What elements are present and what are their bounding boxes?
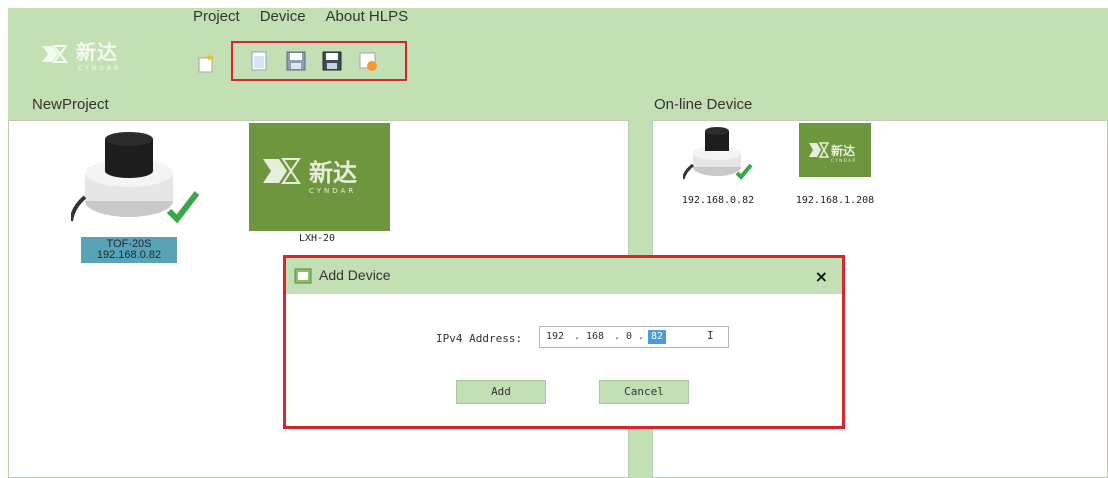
- add-device-dialog: Add Device × IPv4 Address: 192 . 168 . 0…: [283, 255, 845, 429]
- svg-text:CYNDAR: CYNDAR: [831, 158, 857, 163]
- ip-octet[interactable]: 168: [586, 330, 604, 344]
- save-as-icon[interactable]: [321, 50, 343, 72]
- cyndar-logo-icon: 新达 CYNDAR: [809, 142, 857, 163]
- ip-dot: .: [638, 331, 645, 342]
- app-icon: [294, 268, 312, 284]
- project-device-lxh20-name: LXH-20: [298, 233, 336, 244]
- ip-octet[interactable]: 192: [546, 330, 564, 344]
- project-panel-title: NewProject: [32, 96, 109, 113]
- dialog-titlebar: Add Device ×: [286, 258, 842, 294]
- menu-bar: Project Device About HLPS: [193, 8, 408, 28]
- text-cursor-icon: I: [707, 329, 714, 342]
- cancel-button[interactable]: Cancel: [599, 380, 689, 404]
- save-icon[interactable]: [285, 50, 307, 72]
- menu-about[interactable]: About HLPS: [326, 8, 409, 28]
- online-device-1[interactable]: 192.168.0.82: [673, 123, 763, 206]
- close-icon[interactable]: ×: [815, 268, 828, 286]
- cyndar-logo-icon: 新达 CYNDAR: [263, 158, 357, 195]
- lidar-device-icon: [69, 132, 200, 224]
- brand-name: 新达: [76, 40, 118, 64]
- file-toolbar: [231, 41, 407, 81]
- brand-sub: CYNDAR: [78, 65, 122, 72]
- ip-octet-selected[interactable]: 82: [648, 330, 667, 344]
- online-device-2-tile[interactable]: 新达 CYNDAR: [799, 123, 871, 177]
- project-device-tof20s[interactable]: TOF-20S 192.168.0.82: [69, 131, 201, 271]
- ip-dot: .: [574, 331, 581, 342]
- ipv4-address-input[interactable]: 192 . 168 . 0 . 82: [539, 326, 729, 348]
- menu-device[interactable]: Device: [260, 8, 306, 28]
- ip-dot: .: [614, 331, 621, 342]
- project-device-tile-lxh20[interactable]: 新达 CYNDAR: [249, 123, 390, 231]
- new-project-icon[interactable]: [194, 52, 218, 74]
- svg-text:CYNDAR: CYNDAR: [309, 187, 356, 195]
- online-panel-title: On-line Device: [654, 96, 753, 113]
- dialog-title: Add Device: [319, 267, 391, 283]
- app-logo: 新达 CYNDAR: [40, 40, 144, 72]
- cyndar-logo-icon: [42, 45, 68, 63]
- ipv4-label: IPv4 Address:: [436, 332, 523, 345]
- device-ip: 192.168.0.82: [96, 249, 162, 261]
- online-device-ip: 192.168.1.208: [795, 195, 875, 206]
- svg-text:新达: 新达: [831, 143, 855, 158]
- open-file-icon[interactable]: [249, 50, 271, 72]
- ip-octet[interactable]: 0: [626, 330, 632, 344]
- add-button[interactable]: Add: [456, 380, 546, 404]
- menu-project[interactable]: Project: [193, 8, 240, 28]
- svg-text:新达: 新达: [309, 159, 357, 187]
- app-window: Project Device About HLPS 新达 CYNDAR NewP…: [8, 8, 1108, 478]
- export-icon[interactable]: [357, 50, 379, 72]
- online-device-ip: 192.168.0.82: [681, 195, 755, 206]
- device-label-selected: TOF-20S 192.168.0.82: [81, 237, 177, 263]
- lidar-device-icon: [681, 127, 753, 180]
